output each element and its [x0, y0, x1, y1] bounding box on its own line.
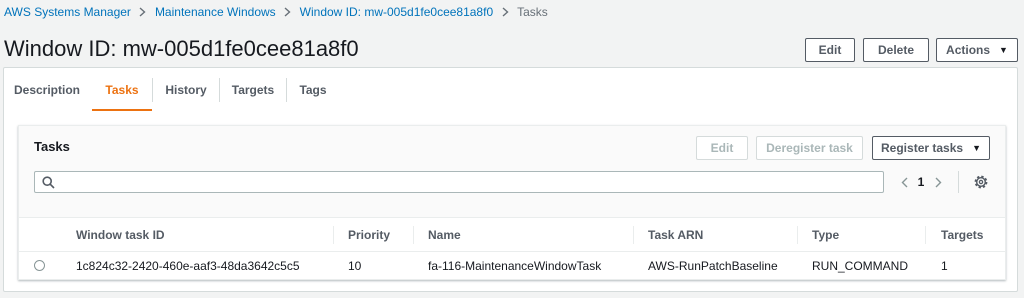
delete-button[interactable]: Delete — [863, 38, 929, 62]
tab-description[interactable]: Description — [4, 69, 90, 111]
register-tasks-button[interactable]: Register tasks ▼ — [872, 136, 990, 160]
tab-tags[interactable]: Tags — [287, 69, 339, 111]
chevron-right-icon — [493, 7, 517, 17]
pager-divider — [958, 171, 959, 193]
column-divider — [413, 226, 414, 244]
deregister-task-button[interactable]: Deregister task — [756, 136, 863, 160]
current-page-number[interactable]: 1 — [916, 175, 926, 189]
breadcrumb: AWS Systems Manager Maintenance Windows … — [4, 4, 548, 20]
chevron-right-icon[interactable] — [926, 171, 950, 193]
chevron-right-icon — [276, 7, 300, 17]
chevron-left-icon[interactable] — [892, 171, 916, 193]
edit-button[interactable]: Edit — [805, 38, 855, 62]
chevron-right-icon — [131, 7, 155, 17]
tab-bar: Description Tasks History Targets Tags — [4, 69, 339, 111]
page-title: Window ID: mw-005d1fe0cee81a8f0 — [4, 36, 359, 61]
tasks-panel-title: Tasks — [34, 139, 70, 154]
breadcrumb-current: Tasks — [517, 5, 548, 19]
breadcrumb-maintenance-windows[interactable]: Maintenance Windows — [155, 5, 276, 19]
breadcrumb-window-id[interactable]: Window ID: mw-005d1fe0cee81a8f0 — [300, 5, 493, 19]
search-field[interactable] — [34, 171, 884, 193]
cell-priority: 10 — [348, 259, 362, 273]
cell-type: RUN_COMMAND — [812, 259, 908, 273]
caret-down-icon: ▼ — [972, 143, 981, 153]
tasks-panel: Tasks Edit Deregister task Register task… — [18, 125, 1006, 280]
cell-window-task-id: 1c824c32-2420-460e-aaf3-48da3642c5c5 — [76, 259, 300, 273]
pagination: 1 — [892, 171, 950, 193]
tab-targets[interactable]: Targets — [220, 69, 286, 111]
gear-icon[interactable] — [973, 174, 989, 190]
breadcrumb-systems-manager[interactable]: AWS Systems Manager — [4, 5, 131, 19]
actions-dropdown-button[interactable]: Actions ▼ — [936, 38, 1018, 62]
cell-task-arn: AWS-RunPatchBaseline — [648, 259, 778, 273]
column-header-targets[interactable]: Targets — [941, 218, 983, 251]
column-divider — [633, 226, 634, 244]
column-header-name[interactable]: Name — [428, 218, 461, 251]
column-header-task-arn[interactable]: Task ARN — [648, 218, 703, 251]
tab-tasks[interactable]: Tasks — [92, 69, 152, 111]
column-divider — [925, 226, 926, 244]
table-row[interactable]: 1c824c32-2420-460e-aaf3-48da3642c5c5 10 … — [19, 251, 1005, 280]
tab-history[interactable]: History — [153, 69, 219, 111]
task-edit-button[interactable]: Edit — [696, 136, 748, 160]
actions-label: Actions — [946, 43, 991, 57]
row-select-radio[interactable] — [34, 260, 45, 271]
cell-targets: 1 — [941, 259, 948, 273]
caret-down-icon: ▼ — [999, 45, 1008, 55]
column-header-window-task-id[interactable]: Window task ID — [76, 218, 165, 251]
column-header-priority[interactable]: Priority — [348, 218, 390, 251]
tasks-panel-header: Tasks Edit Deregister task Register task… — [19, 126, 1005, 218]
register-tasks-label: Register tasks — [881, 141, 964, 155]
column-divider — [797, 226, 798, 244]
search-input[interactable] — [61, 172, 861, 192]
column-header-type[interactable]: Type — [812, 218, 839, 251]
cell-name: fa-116-MaintenanceWindowTask — [428, 259, 602, 273]
column-divider — [333, 226, 334, 244]
search-icon — [42, 176, 55, 189]
